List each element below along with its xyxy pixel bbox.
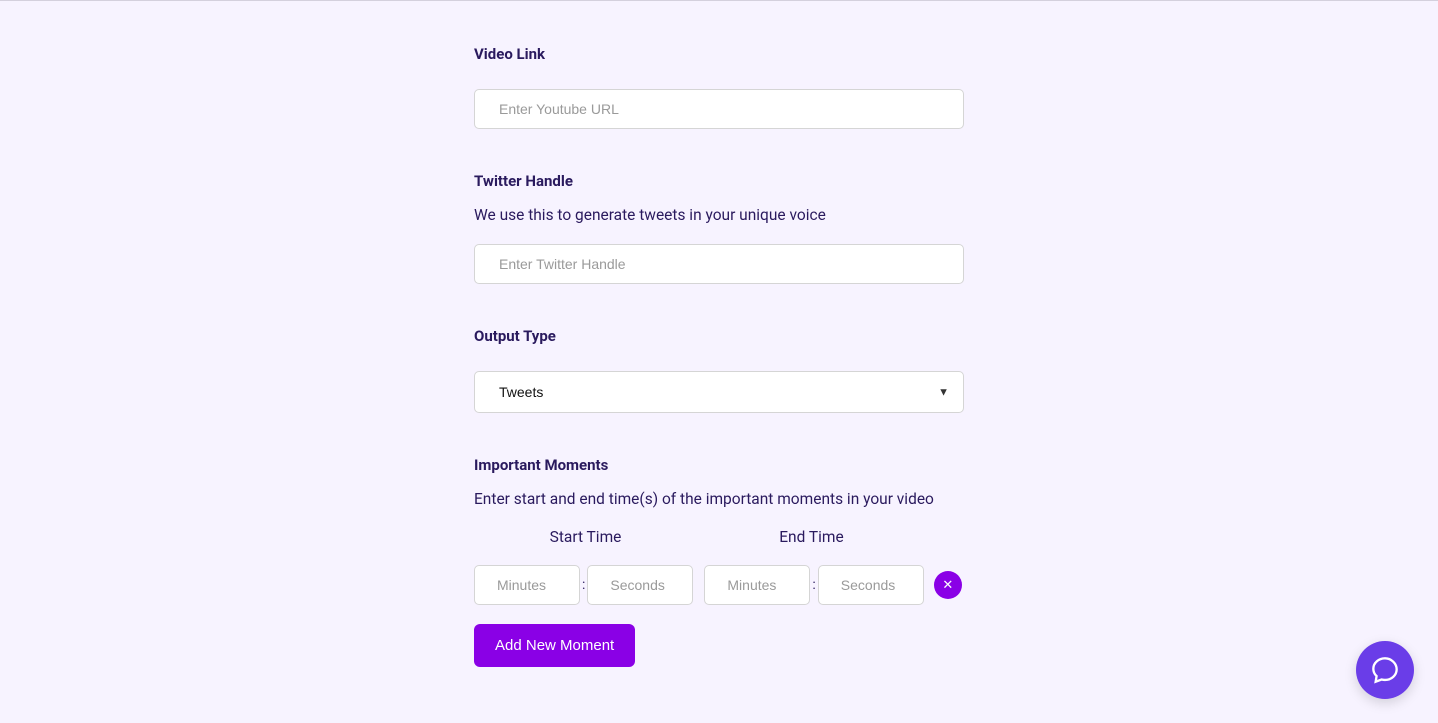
remove-moment-button[interactable]: ✕ (934, 571, 962, 599)
form-container: Video Link Twitter Handle We use this to… (474, 1, 964, 667)
end-minutes-input[interactable] (704, 565, 810, 605)
chat-widget-button[interactable] (1356, 641, 1414, 699)
end-seconds-input[interactable] (818, 565, 924, 605)
output-type-select[interactable]: Tweets (475, 372, 963, 412)
output-type-select-wrap: Tweets ▼ (474, 371, 964, 413)
start-time-header: Start Time (474, 528, 697, 546)
moments-headers: Start Time End Time (474, 528, 964, 565)
close-icon: ✕ (942, 577, 953, 593)
end-time-header: End Time (697, 528, 926, 546)
output-type-label: Output Type (474, 327, 964, 345)
colon-separator: : (810, 577, 817, 593)
important-moments-description: Enter start and end time(s) of the impor… (474, 490, 964, 508)
colon-separator: : (580, 577, 587, 593)
add-moment-button[interactable]: Add New Moment (474, 624, 635, 667)
twitter-handle-label: Twitter Handle (474, 172, 964, 190)
start-seconds-input[interactable] (587, 565, 693, 605)
video-link-label: Video Link (474, 45, 964, 63)
twitter-handle-input[interactable] (474, 244, 964, 284)
video-link-input[interactable] (474, 89, 964, 129)
chat-icon (1371, 656, 1399, 684)
start-minutes-input[interactable] (474, 565, 580, 605)
twitter-handle-description: We use this to generate tweets in your u… (474, 206, 964, 224)
important-moments-label: Important Moments (474, 456, 964, 474)
moment-row: : : ✕ (474, 565, 964, 605)
